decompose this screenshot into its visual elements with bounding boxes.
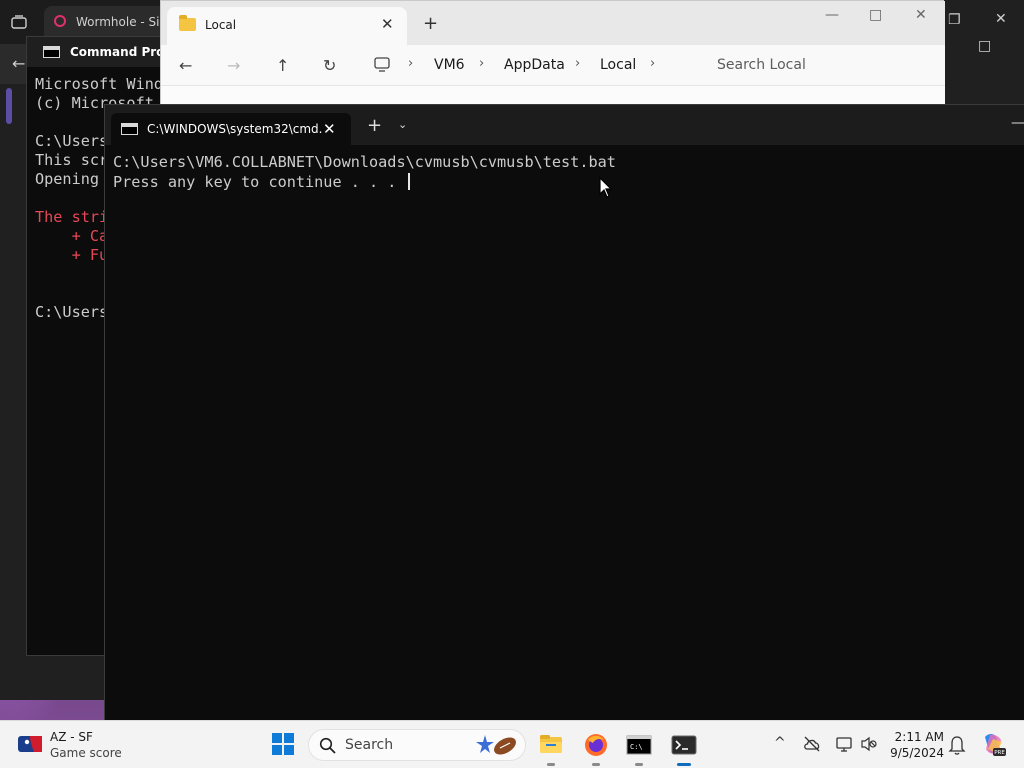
text-cursor [407,172,410,190]
cmd-back-line: This scr [35,151,109,169]
terminal-tab-title: C:\WINDOWS\system32\cmd. [147,122,323,136]
terminal-tabbar: C:\WINDOWS\system32\cmd. ✕ + ⌄ — [105,105,1024,145]
cmd-icon [43,46,60,58]
svg-text:C:\: C:\ [630,743,643,751]
sidebar-chip [6,88,12,124]
copilot-icon[interactable]: PRE [980,731,1006,757]
this-pc-monitor-icon[interactable] [374,57,390,72]
taskbar-terminal[interactable] [668,729,700,766]
close-tab-icon[interactable]: ✕ [381,15,394,33]
explorer-tab[interactable]: Local ✕ [167,7,407,45]
close-icon[interactable]: ✕ [995,11,1007,27]
minimize-icon[interactable]: — [825,7,839,23]
windows-start-icon[interactable] [272,733,294,755]
terminal-icon [671,735,697,755]
running-indicator [635,763,643,766]
new-tab-plus-icon[interactable]: + [423,13,438,34]
terminal-line: Press any key to continue . . . [113,172,406,191]
cmd-back-error-line: + Fu [35,246,109,264]
maximize-icon[interactable]: □ [869,7,882,23]
cmd-back-line: C:\Users [35,132,109,150]
running-indicator [592,763,600,766]
breadcrumb-item-local[interactable]: Local [600,57,636,73]
taskbar-command-prompt[interactable]: C:\ [623,729,655,766]
background-window-controls: ❐ ✕ □ [944,0,1024,96]
taskbar-firefox[interactable] [580,729,612,766]
terminal-window: C:\WINDOWS\system32\cmd. ✕ + ⌄ — C:\User… [104,104,1024,721]
cmd-back-titlebar[interactable]: Command Prom [27,37,177,67]
cmd-back-line: C:\Users [35,303,109,321]
show-hidden-icons-chevron-up-icon[interactable]: ^ [774,735,786,751]
forward-arrow-icon[interactable]: → [227,56,240,75]
firefox-icon [585,734,607,756]
taskbar-search[interactable]: Search [308,729,526,761]
tab-actions-icon[interactable] [11,15,27,29]
clock-time: 2:11 AM [894,730,944,744]
breadcrumb-chevron-icon: › [408,56,414,71]
browser-tab[interactable]: Wormhole - Sim [44,6,172,38]
file-explorer-icon [540,735,562,753]
restore-icon[interactable]: ❐ [948,12,961,28]
wormhole-favicon-icon [54,15,66,27]
terminal-line: C:\Users\VM6.COLLABNET\Downloads\cvmusb\… [113,153,616,171]
new-tab-plus-icon[interactable]: + [367,115,382,136]
folder-icon [179,15,196,31]
widget-score-line: AZ - SF [50,730,93,744]
svg-text:PRE: PRE [994,750,1005,756]
breadcrumb-item-vm6[interactable]: VM6 [434,57,465,73]
taskbar-file-explorer[interactable] [535,729,567,766]
notification-bell-icon[interactable] [948,735,966,755]
breadcrumb-chevron-icon: › [479,56,485,71]
cmd-back-error-line: + Ca [35,227,109,245]
clock-date: 9/5/2024 [890,746,944,760]
back-arrow-icon[interactable]: ← [179,56,192,75]
cmd-back-error-line: The stri [35,208,109,226]
search-icon [319,737,336,754]
browser-back-arrow-icon[interactable]: ← [12,54,25,73]
football-highlight-icon [476,735,516,755]
minimize-icon[interactable]: — [1011,115,1024,131]
explorer-search-box[interactable]: Search Local [701,49,941,81]
breadcrumb-chevron-icon[interactable]: › [650,56,655,71]
taskbar-search-placeholder: Search [345,737,394,753]
onedrive-offline-icon[interactable] [803,736,821,752]
speaker-muted-icon[interactable] [860,736,878,752]
cmd-icon [121,123,138,135]
refresh-icon[interactable]: ↻ [323,56,336,75]
sports-widget[interactable]: AZ - SF Game score [18,728,138,762]
active-indicator [677,763,691,766]
cmd-back-line: Opening [35,170,100,188]
maximize-icon[interactable]: □ [978,38,991,54]
breadcrumb-chevron-icon: › [575,56,581,71]
up-arrow-icon[interactable]: ↑ [276,56,289,75]
widget-subtitle: Game score [50,746,122,760]
explorer-toolbar: ← → ↑ ↻ › VM6 › AppData › Local › Search… [161,45,945,85]
mouse-pointer-icon [599,177,613,198]
close-window-icon[interactable]: ✕ [915,7,927,23]
explorer-search-placeholder: Search Local [717,57,806,73]
file-explorer-window: Local ✕ + — □ ✕ ← → ↑ ↻ › VM6 › AppData … [160,0,945,106]
network-icon[interactable] [835,735,853,753]
chevron-down-icon[interactable]: ⌄ [398,118,407,131]
browser-tab-title: Wormhole - Sim [76,15,172,29]
terminal-output[interactable]: C:\Users\VM6.COLLABNET\Downloads\cvmusb\… [113,153,616,192]
terminal-tab[interactable]: C:\WINDOWS\system32\cmd. ✕ [111,113,351,145]
breadcrumb-item-appdata[interactable]: AppData [504,57,565,73]
close-tab-icon[interactable]: ✕ [323,120,336,138]
running-indicator [547,763,555,766]
command-prompt-icon: C:\ [626,735,652,755]
cmd-back-line: Microsoft Wind [35,75,164,93]
explorer-command-bar [161,85,945,106]
explorer-tab-title: Local [205,18,237,32]
taskbar-clock[interactable]: 2:11 AM 9/5/2024 [888,729,944,761]
taskbar: AZ - SF Game score Search C:\ ^ 2:11 AM … [0,720,1024,768]
mlb-logo-icon [18,736,42,752]
explorer-tabstrip: Local ✕ + — □ ✕ [161,1,945,45]
